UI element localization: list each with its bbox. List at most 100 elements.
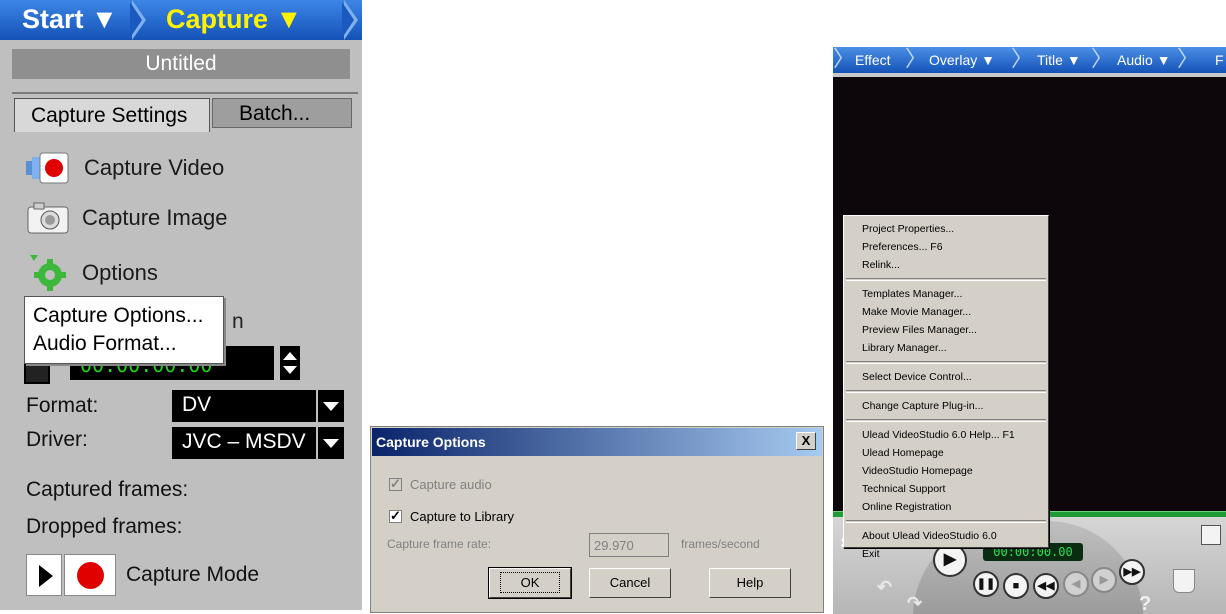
play-button[interactable] <box>26 554 62 596</box>
capture-to-library-label: Capture to Library <box>410 508 515 524</box>
menu-item-audio-format[interactable]: Audio Format... <box>25 330 223 358</box>
capture-panel: Start ▼ Capture ▼ Untitled Capture Setti… <box>0 0 362 610</box>
next-frame-button[interactable]: ▶ <box>1091 567 1117 593</box>
menu-item-capture-options[interactable]: Capture Options... <box>25 302 223 330</box>
obscured-text: n <box>232 310 244 333</box>
step-effect[interactable]: Effect <box>855 50 891 70</box>
capture-audio-label: Capture audio <box>410 476 492 492</box>
menu-item[interactable]: Technical Support <box>844 480 1048 498</box>
step-separator: 〉 <box>905 47 928 71</box>
step-separator: 〉 <box>833 47 856 71</box>
step-bar: Start ▼ Capture ▼ <box>0 0 362 40</box>
menu-item[interactable]: VideoStudio Homepage <box>844 462 1048 480</box>
step-separator <box>342 0 358 40</box>
ok-label: OK <box>499 572 561 593</box>
menu-item[interactable]: Preferences... F6 <box>844 238 1048 256</box>
format-dropdown-icon[interactable] <box>318 390 344 422</box>
fast-forward-button[interactable]: ▶▶ <box>1119 559 1145 585</box>
format-select[interactable]: DV <box>172 390 316 422</box>
pause-button[interactable]: ❚❚ <box>973 571 999 597</box>
capture-video-label: Capture Video <box>84 155 225 180</box>
menu-separator <box>846 278 1046 281</box>
menu-item[interactable]: Select Device Control... <box>844 368 1048 386</box>
checkbox-box[interactable] <box>389 508 402 524</box>
dialog-title-bar: Capture Options X <box>372 428 822 456</box>
frame-rate-label: Capture frame rate: <box>387 537 492 551</box>
redo-icon[interactable]: ↷ <box>907 593 922 614</box>
save-icon[interactable] <box>1201 525 1221 545</box>
step-audio[interactable]: Audio ▼ <box>1117 50 1171 70</box>
capture-to-library-checkbox[interactable]: Capture to Library <box>389 506 514 526</box>
frame-rate-input[interactable]: 29.970 <box>589 533 669 557</box>
cancel-button[interactable]: Cancel <box>589 568 671 598</box>
menu-item[interactable]: Exit <box>844 545 1048 563</box>
tab-batch[interactable]: Batch... <box>212 98 352 128</box>
menu-item[interactable]: Make Movie Manager... <box>844 303 1048 321</box>
menu-separator <box>846 520 1046 523</box>
menu-item[interactable]: Change Capture Plug-in... <box>844 397 1048 415</box>
capture-video-button[interactable]: Capture Video <box>26 148 224 188</box>
options-menu: Capture Options... Audio Format... <box>24 296 224 364</box>
ok-button[interactable]: OK <box>488 567 572 599</box>
help-button[interactable]: Help <box>709 568 791 598</box>
gear-icon <box>30 255 66 291</box>
format-label: Format: <box>26 394 99 417</box>
stop-icon: ■ <box>1012 580 1020 592</box>
editor-panel: 〉 Effect 〉 Overlay ▼ 〉 Title ▼ 〉 Audio ▼… <box>833 47 1226 614</box>
menu-item[interactable]: Preview Files Manager... <box>844 321 1048 339</box>
previous-frame-icon: ◀ <box>1071 578 1081 590</box>
project-title: Untitled <box>12 49 350 79</box>
step-finish[interactable]: F <box>1215 50 1224 70</box>
capture-mode-label: Capture Mode <box>126 563 260 586</box>
menu-separator <box>846 361 1046 364</box>
timecode-spinner[interactable] <box>280 346 300 380</box>
step-overlay[interactable]: Overlay ▼ <box>929 50 995 70</box>
menu-item[interactable]: Library Manager... <box>844 339 1048 357</box>
menu-item[interactable]: Online Registration <box>844 498 1048 516</box>
capture-image-button[interactable]: Capture Image <box>26 198 228 238</box>
step-capture[interactable]: Capture ▼ <box>152 2 316 36</box>
close-button[interactable]: X <box>796 432 816 450</box>
previous-frame-button[interactable]: ◀ <box>1063 571 1089 597</box>
step-separator: 〉 <box>1177 47 1200 71</box>
rewind-icon: ◀◀ <box>1037 580 1055 592</box>
step-start[interactable]: Start ▼ <box>8 2 132 36</box>
menu-separator <box>846 419 1046 422</box>
step-separator: 〉 <box>1091 47 1114 71</box>
stop-button[interactable]: ■ <box>1003 573 1029 599</box>
menu-separator <box>846 390 1046 393</box>
tab-capture-settings[interactable]: Capture Settings <box>14 98 210 132</box>
step-bar: 〉 Effect 〉 Overlay ▼ 〉 Title ▼ 〉 Audio ▼… <box>833 47 1226 73</box>
captured-frames-label: Captured frames: <box>26 478 189 501</box>
undo-icon[interactable]: ↶ <box>877 577 892 598</box>
menu-item[interactable]: Project Properties... <box>844 220 1048 238</box>
checkbox-box[interactable] <box>389 476 402 492</box>
camera-icon <box>27 202 69 234</box>
rewind-button[interactable]: ◀◀ <box>1033 573 1059 599</box>
capture-image-label: Capture Image <box>82 205 228 230</box>
trash-icon[interactable] <box>1173 569 1195 593</box>
dialog-title: Capture Options <box>376 434 486 450</box>
pause-icon: ❚❚ <box>976 578 996 590</box>
options-button[interactable]: Options <box>26 253 158 293</box>
menu-item[interactable]: Relink... <box>844 256 1048 274</box>
record-button[interactable] <box>64 554 116 596</box>
capture-audio-checkbox[interactable]: Capture audio <box>389 474 492 494</box>
step-separator: 〉 <box>1011 47 1034 71</box>
driver-select[interactable]: JVC – MSDV <box>172 427 316 459</box>
menu-item[interactable]: Ulead Homepage <box>844 444 1048 462</box>
menu-item[interactable]: Templates Manager... <box>844 285 1048 303</box>
options-label: Options <box>82 260 158 285</box>
settings-menu: Project Properties... Preferences... F6 … <box>843 215 1049 560</box>
step-title[interactable]: Title ▼ <box>1037 50 1081 70</box>
help-icon[interactable]: ? <box>1139 593 1151 614</box>
video-camera-icon <box>26 152 69 184</box>
menu-item[interactable]: Ulead VideoStudio 6.0 Help... F1 <box>844 426 1048 444</box>
driver-dropdown-icon[interactable] <box>318 427 344 459</box>
dropped-frames-label: Dropped frames: <box>26 515 183 538</box>
capture-options-dialog: Capture Options X Capture audio Capture … <box>370 426 824 613</box>
capture-mode-row: Capture Mode <box>26 553 259 597</box>
frame-rate-unit: frames/second <box>681 537 760 551</box>
driver-label: Driver: <box>26 428 88 451</box>
menu-item[interactable]: About Ulead VideoStudio 6.0 <box>844 527 1048 545</box>
